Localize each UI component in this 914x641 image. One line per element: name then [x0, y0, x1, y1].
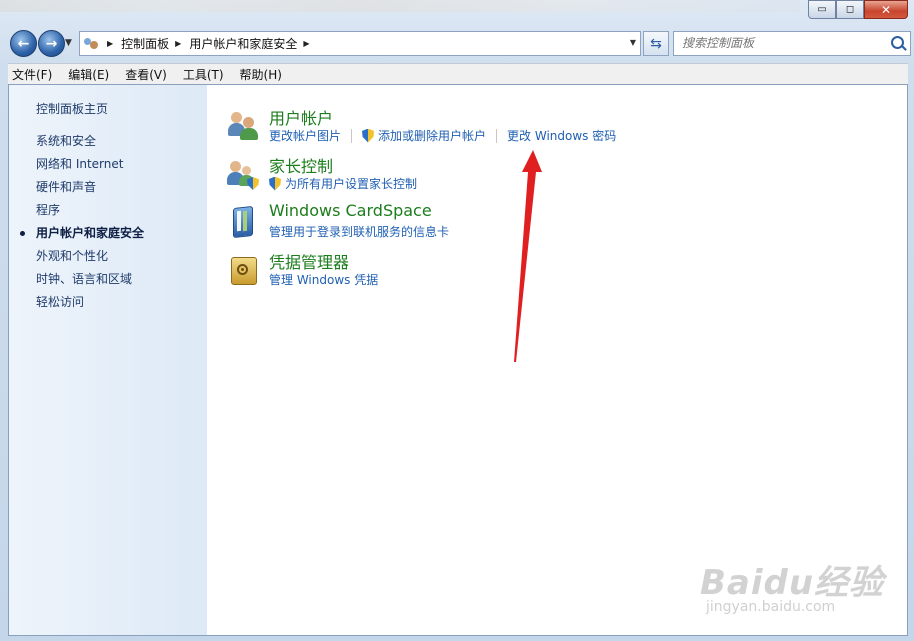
maximize-button[interactable]: ◻ [836, 0, 864, 19]
sidebar-item-system-security[interactable]: 系统和安全 [36, 133, 144, 156]
window-controls: ▭ ◻ ✕ [808, 0, 908, 19]
breadcrumb-separator-icon[interactable]: ▶ [175, 39, 181, 48]
address-bar[interactable]: ▶ 控制面板 ▶ 用户帐户和家庭安全 ▶ ▼ [79, 31, 641, 56]
menu-tools[interactable]: 工具(T) [183, 66, 224, 83]
parental-controls-icon[interactable] [227, 157, 259, 190]
background-strip [0, 0, 800, 12]
navigation-bar: ← → ▼ ▶ 控制面板 ▶ 用户帐户和家庭安全 ▶ ▼ ⇆ [0, 28, 914, 60]
menu-help[interactable]: 帮助(H) [240, 66, 282, 83]
sidebar-item-clock-language[interactable]: 时钟、语言和区域 [36, 271, 144, 294]
menu-bar: 文件(F) 编辑(E) 查看(V) 工具(T) 帮助(H) [8, 63, 908, 84]
control-panel-icon [83, 36, 101, 52]
breadcrumb-separator-icon[interactable]: ▶ [107, 39, 113, 48]
search-icon[interactable] [891, 36, 904, 49]
link-manage-credentials[interactable]: 管理 Windows 凭据 [269, 271, 378, 288]
search-input[interactable] [674, 32, 882, 53]
breadcrumb-separator-icon[interactable]: ▶ [303, 39, 309, 48]
menu-file[interactable]: 文件(F) [12, 66, 52, 83]
title-bar: ▭ ◻ ✕ [0, 0, 914, 26]
link-manage-info-cards[interactable]: 管理用于登录到联机服务的信息卡 [269, 223, 449, 240]
section-links: 管理用于登录到联机服务的信息卡 [269, 223, 449, 240]
refresh-button[interactable]: ⇆ [643, 31, 669, 56]
watermark-url: jingyan.baidu.com [706, 599, 836, 615]
sidebar-item-programs[interactable]: 程序 [36, 202, 144, 225]
close-button[interactable]: ✕ [864, 0, 908, 19]
search-box[interactable] [673, 31, 911, 56]
breadcrumb-control-panel[interactable]: 控制面板 [121, 35, 169, 52]
recent-pages-dropdown-icon[interactable]: ▼ [65, 38, 72, 48]
credential-manager-icon[interactable] [227, 253, 259, 285]
link-add-remove-accounts[interactable]: 添加或删除用户帐户 [378, 127, 486, 144]
link-divider [351, 128, 353, 143]
forward-arrow-icon: → [45, 35, 58, 52]
section-title-parental-controls[interactable]: 家长控制 [269, 153, 333, 177]
section-links: 为所有用户设置家长控制 [269, 175, 417, 192]
link-change-password[interactable]: 更改 Windows 密码 [507, 127, 616, 144]
watermark-logo: Baidu经验 [700, 563, 885, 603]
main-panel: 用户帐户 更改帐户图片 添加或删除用户帐户 更改 Windows 密码 家长控制 [207, 85, 907, 635]
forward-button[interactable]: → [38, 30, 65, 57]
section-title-user-accounts[interactable]: 用户帐户 [269, 105, 333, 129]
users-icon[interactable] [227, 109, 259, 141]
address-dropdown-icon[interactable]: ▼ [630, 38, 636, 47]
sidebar-item-hardware-sound[interactable]: 硬件和声音 [36, 179, 144, 202]
content-area: 控制面板主页 系统和安全 网络和 Internet 硬件和声音 程序 用户帐户和… [8, 84, 908, 636]
menu-view[interactable]: 查看(V) [125, 66, 167, 83]
section-links: 管理 Windows 凭据 [269, 271, 378, 288]
uac-shield-icon [269, 176, 281, 191]
sidebar-list: 系统和安全 网络和 Internet 硬件和声音 程序 用户帐户和家庭安全 外观… [19, 133, 144, 317]
sidebar-item-user-accounts: 用户帐户和家庭安全 [19, 225, 144, 248]
sidebar-home-link[interactable]: 控制面板主页 [36, 100, 108, 117]
sidebar-item-network[interactable]: 网络和 Internet [36, 156, 144, 179]
sidebar-item-appearance[interactable]: 外观和个性化 [36, 248, 144, 271]
link-divider [496, 128, 498, 143]
sidebar-item-ease-of-access[interactable]: 轻松访问 [36, 294, 144, 317]
back-button[interactable]: ← [10, 30, 37, 57]
window: ▭ ◻ ✕ ← → ▼ ▶ 控制面板 ▶ 用户帐户和家庭安全 ▶ ▼ ⇆ 文件(… [0, 0, 914, 641]
uac-shield-icon [362, 128, 375, 143]
link-setup-parental-controls[interactable]: 为所有用户设置家长控制 [285, 175, 417, 192]
refresh-icon: ⇆ [650, 35, 662, 52]
minimize-button[interactable]: ▭ [808, 0, 836, 19]
section-title-cardspace[interactable]: Windows CardSpace [269, 201, 432, 220]
menu-edit[interactable]: 编辑(E) [68, 66, 109, 83]
cardspace-icon[interactable] [227, 205, 259, 239]
breadcrumb-user-accounts[interactable]: 用户帐户和家庭安全 [189, 35, 297, 52]
back-arrow-icon: ← [17, 35, 30, 52]
section-links: 更改帐户图片 添加或删除用户帐户 更改 Windows 密码 [269, 127, 616, 144]
sidebar: 控制面板主页 系统和安全 网络和 Internet 硬件和声音 程序 用户帐户和… [9, 85, 207, 635]
link-change-picture[interactable]: 更改帐户图片 [269, 127, 341, 144]
section-title-credential-manager[interactable]: 凭据管理器 [269, 249, 349, 273]
